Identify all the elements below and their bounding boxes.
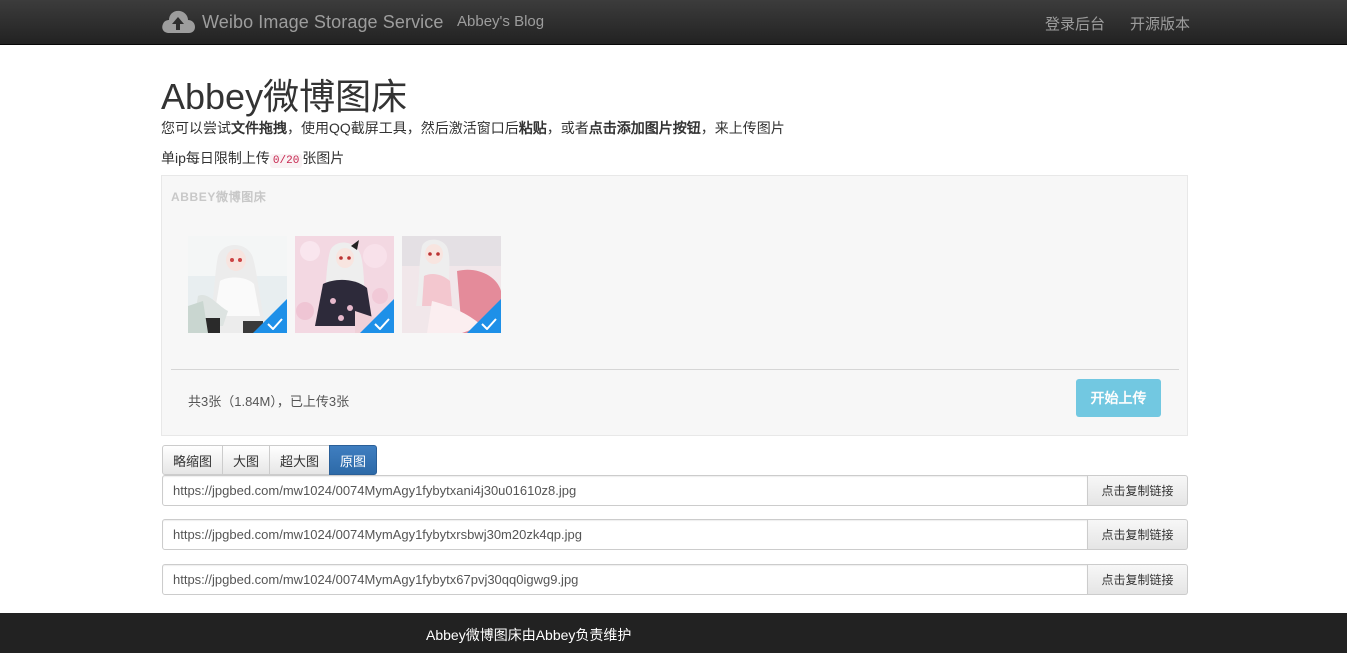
start-upload-button[interactable]: 开始上传 xyxy=(1076,379,1161,417)
uploader-panel[interactable]: ABBEY微博图床 共3张（1.84M），已上传3张 开始上传 xyxy=(161,175,1188,436)
link-row: 点击复制链接 xyxy=(162,475,1188,506)
nav-link-blog[interactable]: Abbey's Blog xyxy=(457,13,544,30)
top-navbar: Weibo Image Storage Service Abbey's Blog… xyxy=(0,0,1347,45)
intro-emphasis-button: 点击添加图片按钮 xyxy=(588,120,701,136)
uploader-watermark: ABBEY微博图床 xyxy=(171,190,267,204)
check-icon xyxy=(267,318,283,330)
tab-original[interactable]: 原图 xyxy=(329,445,378,475)
tab-large[interactable]: 大图 xyxy=(222,445,271,475)
nav-link-opensource[interactable]: 开源版本 xyxy=(1130,13,1190,34)
panel-divider xyxy=(171,369,1179,370)
thumbnail-list xyxy=(188,236,501,333)
image-url-field[interactable] xyxy=(162,564,1088,595)
cloud-upload-icon xyxy=(162,10,195,34)
image-url-field[interactable] xyxy=(162,475,1088,506)
intro-emphasis-drag: 文件拖拽 xyxy=(231,120,287,136)
image-size-tabs: 略缩图 大图 超大图 原图 xyxy=(162,445,378,475)
limit-prefix: 单ip每日限制上传 xyxy=(161,150,270,166)
upload-limit-text: 单ip每日限制上传 0/20 张图片 xyxy=(161,148,344,168)
intro-part: ，来上传图片 xyxy=(700,120,785,136)
check-icon xyxy=(481,318,497,330)
page-footer: Abbey微博图床由Abbey负责维护 xyxy=(0,613,1347,653)
footer-text: Abbey微博图床由Abbey负责维护 xyxy=(426,627,632,643)
link-row: 点击复制链接 xyxy=(162,564,1188,595)
intro-emphasis-paste: 粘贴 xyxy=(518,120,547,136)
limit-counter: 0/20 xyxy=(269,154,303,168)
image-url-field[interactable] xyxy=(162,519,1088,550)
copy-link-button[interactable]: 点击复制链接 xyxy=(1088,475,1188,506)
image-thumbnail[interactable] xyxy=(295,236,394,333)
image-thumbnail[interactable] xyxy=(402,236,501,333)
nav-link-login[interactable]: 登录后台 xyxy=(1045,13,1105,34)
tab-thumbnail[interactable]: 略缩图 xyxy=(162,445,224,475)
intro-part: 您可以尝试 xyxy=(161,120,231,136)
upload-status: 共3张（1.84M），已上传3张 xyxy=(188,394,350,409)
copy-link-button[interactable]: 点击复制链接 xyxy=(1088,564,1188,595)
intro-text: 您可以尝试文件拖拽，使用QQ截屏工具，然后激活窗口后粘贴，或者点击添加图片按钮，… xyxy=(161,118,785,138)
page-title: Abbey微博图床 xyxy=(161,76,408,117)
check-icon xyxy=(374,318,390,330)
limit-suffix: 张图片 xyxy=(302,150,345,166)
link-row: 点击复制链接 xyxy=(162,519,1188,550)
brand-title: Weibo Image Storage Service xyxy=(202,11,444,32)
tab-extra-large[interactable]: 超大图 xyxy=(269,445,331,475)
brand-link[interactable]: Weibo Image Storage Service xyxy=(161,8,444,36)
intro-part: ，或者 xyxy=(546,120,589,136)
copy-link-button[interactable]: 点击复制链接 xyxy=(1088,519,1188,550)
image-thumbnail[interactable] xyxy=(188,236,287,333)
intro-part: ，使用QQ截屏工具，然后激活窗口后 xyxy=(287,120,519,136)
